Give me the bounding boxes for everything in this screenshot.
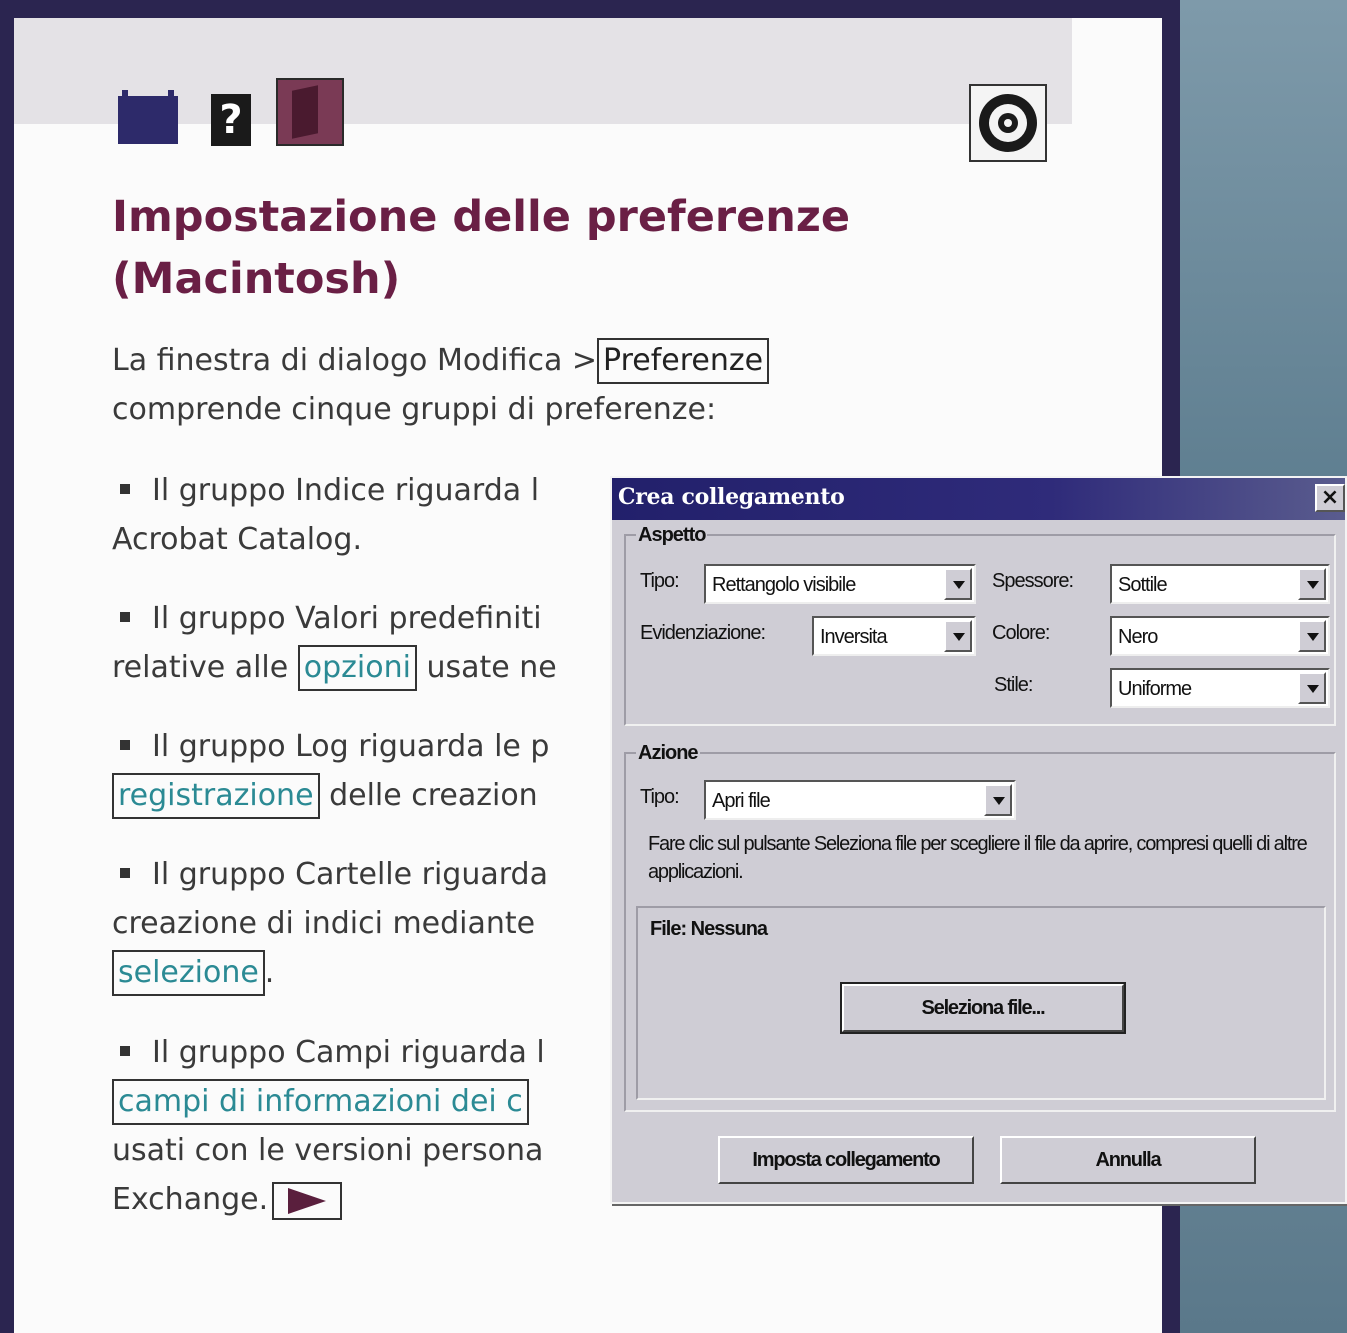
dialog-titlebar: Crea collegamento × (612, 478, 1345, 520)
bullet-log: Il gruppo Log riguarda le p registrazion… (112, 722, 672, 820)
tipo-aspetto-select[interactable]: Rettangolo visibile (704, 564, 976, 604)
preferences-link[interactable]: Preferenze (597, 338, 770, 384)
bullet-text: Il gruppo Cartelle riguarda (152, 857, 548, 892)
arrow-right-icon[interactable] (272, 1181, 343, 1220)
bullet-icon (120, 483, 130, 494)
colore-select[interactable]: Nero (1110, 616, 1330, 656)
bullet-icon (120, 739, 130, 750)
file-label: File: Nessuna (650, 918, 768, 940)
tipo-azione-label: Tipo: (640, 786, 680, 808)
tipo-azione-value: Apri file (712, 790, 771, 812)
bullet-icon (120, 1045, 130, 1056)
bullet-text: Il gruppo Log riguarda le p (152, 729, 550, 764)
chevron-down-icon[interactable] (944, 620, 972, 652)
bullet-text: delle creazion (319, 778, 538, 813)
azione-label: Azione (636, 742, 700, 765)
bullet-icon (120, 867, 130, 878)
spessore-value: Sottile (1118, 574, 1168, 596)
cancel-button[interactable]: Annulla (1000, 1136, 1256, 1184)
bullet-campi: Il gruppo Campi riguarda l campi di info… (112, 1028, 672, 1224)
selezione-link[interactable]: selezione (112, 950, 265, 996)
stile-value: Uniforme (1118, 678, 1192, 700)
book-icon[interactable] (118, 90, 178, 144)
page-title: Impostazione delle preferenze (Macintosh… (112, 186, 912, 310)
select-file-button[interactable]: Seleziona file... (840, 982, 1126, 1034)
colore-label: Colore: (992, 622, 1050, 644)
registrazione-link[interactable]: registrazione (112, 773, 320, 819)
bullet-text: usati con le versioni persona (112, 1133, 544, 1168)
evidenziazione-label: Evidenziazione: (640, 622, 766, 644)
bullet-text: . (264, 955, 275, 990)
chevron-down-icon[interactable] (1298, 672, 1326, 704)
spessore-select[interactable]: Sottile (1110, 564, 1330, 604)
bullet-text: creazione di indici mediante (112, 906, 536, 941)
exit-icon[interactable] (276, 78, 344, 146)
colore-value: Nero (1118, 626, 1158, 648)
bullet-cartelle: Il gruppo Cartelle riguarda creazione di… (112, 850, 672, 997)
intro-paragraph: La finestra di dialogo Modifica > Prefere… (112, 336, 1012, 434)
bullet-text: relative alle (112, 650, 298, 685)
bullet-text: Il gruppo Indice riguarda l (152, 473, 540, 508)
aspetto-label: Aspetto (636, 524, 708, 547)
bullet-text: Il gruppo Campi riguarda l (152, 1035, 545, 1070)
bullet-text: Acrobat Catalog. (112, 522, 362, 557)
campi-link[interactable]: campi di informazioni dei c (112, 1079, 529, 1125)
set-link-button[interactable]: Imposta collegamento (718, 1136, 974, 1184)
dialog-title: Crea collegamento (618, 484, 845, 510)
chevron-down-icon[interactable] (1298, 620, 1326, 652)
stile-select[interactable]: Uniforme (1110, 668, 1330, 708)
page-title-line1: Impostazione delle preferenze (112, 192, 851, 242)
chevron-down-icon[interactable] (1298, 568, 1326, 600)
bullet-text: Il gruppo Valori predefiniti (152, 601, 542, 636)
evidenziazione-select[interactable]: Inversita (812, 616, 976, 656)
help-icon[interactable]: ? (211, 94, 251, 146)
opzioni-link[interactable]: opzioni (297, 645, 417, 691)
intro-text-2: comprende cinque gruppi di preferenze: (112, 392, 717, 427)
chevron-down-icon[interactable] (984, 784, 1012, 816)
stile-label: Stile: (994, 674, 1033, 696)
bullet-text: Exchange. (112, 1182, 269, 1217)
chevron-down-icon[interactable] (944, 568, 972, 600)
page-title-line2: (Macintosh) (112, 254, 401, 304)
target-icon[interactable] (969, 84, 1047, 162)
bullet-valori: Il gruppo Valori predefiniti relative al… (112, 594, 672, 692)
bullet-text: usate ne (416, 650, 557, 685)
crea-collegamento-dialog: Crea collegamento × Aspetto Tipo: Rettan… (610, 476, 1347, 1204)
close-icon[interactable]: × (1315, 484, 1345, 512)
tipo-label: Tipo: (640, 570, 680, 592)
intro-text: La finestra di dialogo Modifica > (112, 343, 598, 378)
tipo-aspetto-value: Rettangolo visibile (712, 574, 856, 596)
bullet-indice: Il gruppo Indice riguarda l Acrobat Cata… (112, 466, 672, 564)
spessore-label: Spessore: (992, 570, 1074, 592)
bullet-icon (120, 611, 130, 622)
tipo-azione-select[interactable]: Apri file (704, 780, 1016, 820)
evidenziazione-value: Inversita (820, 626, 888, 648)
azione-description: Fare clic sul pulsante Seleziona file pe… (648, 833, 1308, 883)
